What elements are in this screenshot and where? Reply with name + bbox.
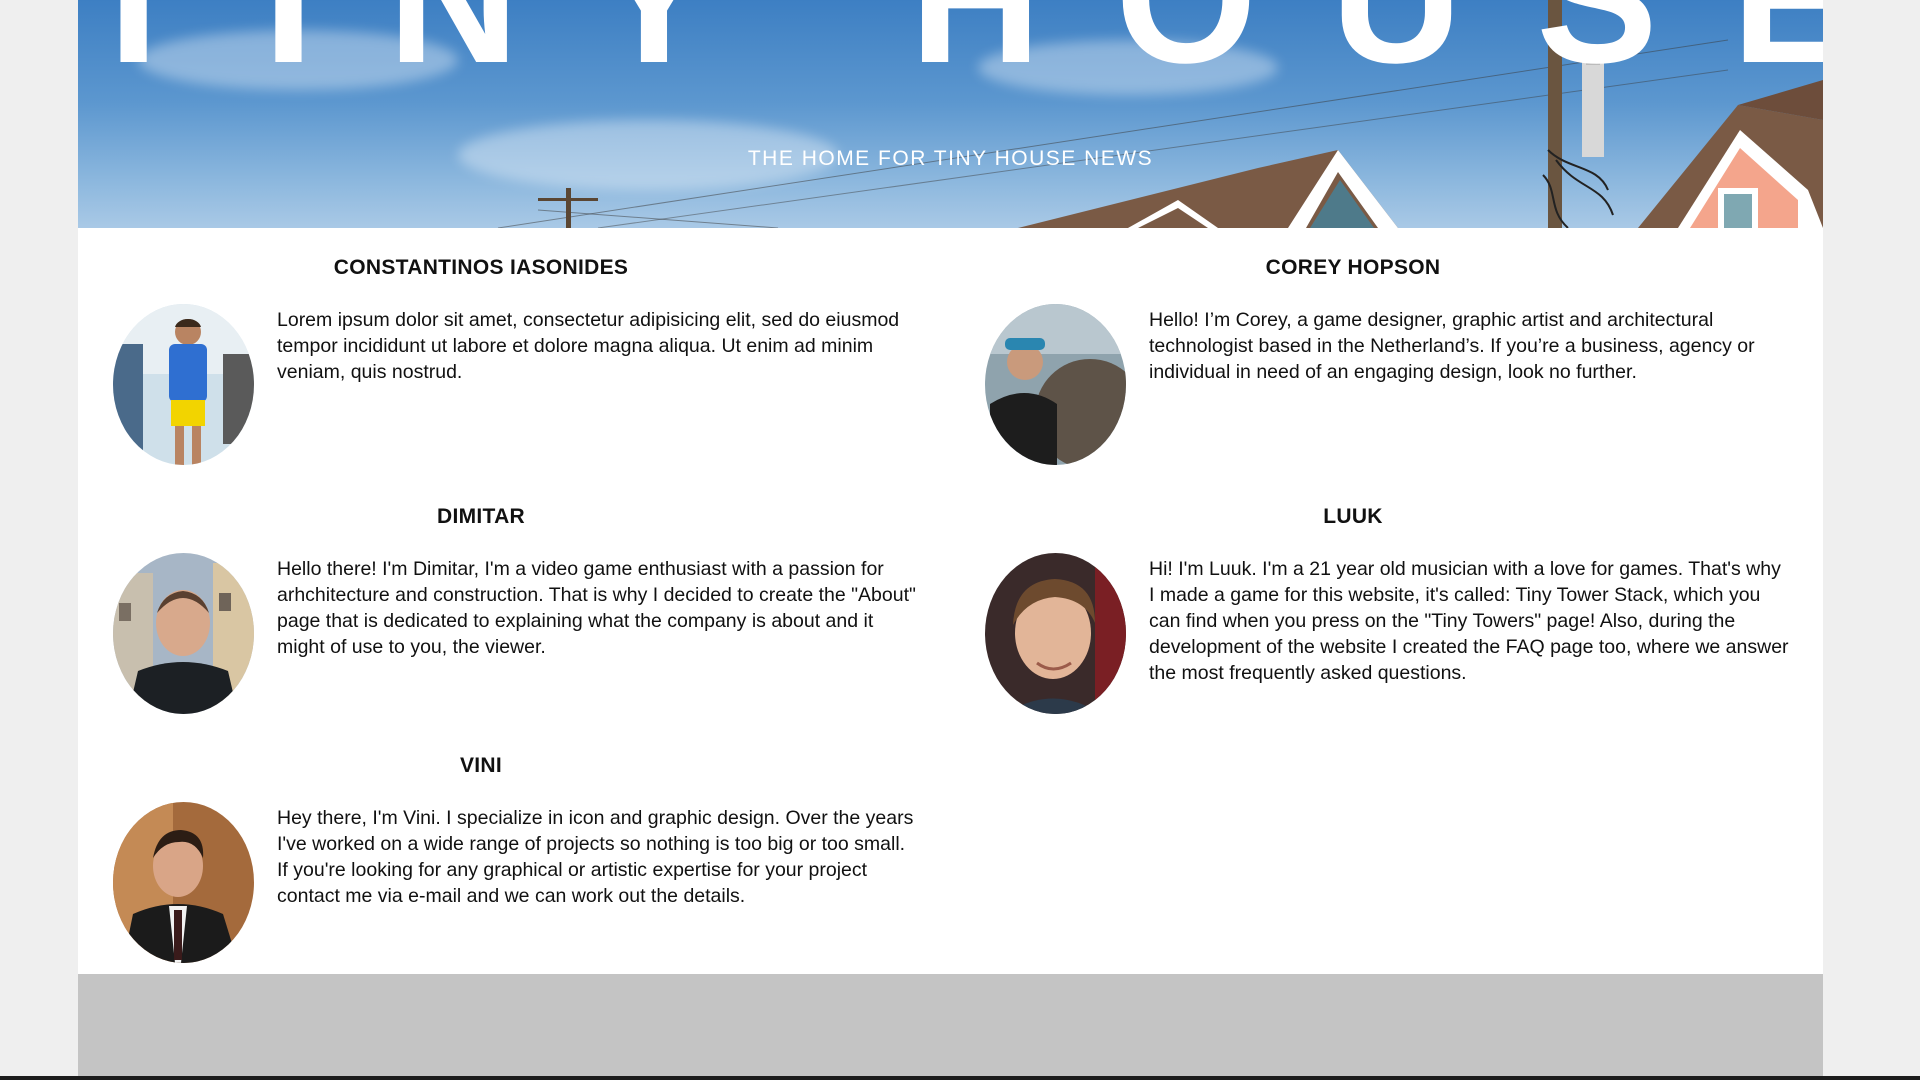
team-member-card: DIMITAR Hello there! I'm Dimitar, I'm a … bbox=[78, 505, 916, 745]
team-member-card: CONSTANTINOS IASONIDES Lorem ipsum dolor… bbox=[78, 256, 899, 496]
page-container: TINY HOUSES THE HOME FOR TINY HOUSE NEWS… bbox=[78, 0, 1823, 1080]
member-name: LUUK bbox=[1323, 505, 1383, 528]
bottom-edge bbox=[0, 1076, 1920, 1080]
team-member-card: LUUK Hi! I'm Luuk. I'm a 21 year old mus… bbox=[950, 505, 1789, 745]
avatar bbox=[985, 304, 1126, 465]
member-bio: Lorem ipsum dolor sit amet, consectetur … bbox=[277, 309, 900, 383]
site-title: TINY HOUSES bbox=[78, 0, 1823, 90]
member-name: DIMITAR bbox=[436, 505, 526, 528]
member-bio: Hello there! I'm Dimitar, I'm a video ga… bbox=[277, 558, 916, 658]
member-bio: Hey there, I'm Vini. I specialize in ico… bbox=[277, 807, 914, 907]
site-tagline: THE HOME FOR TINY HOUSE NEWS bbox=[747, 147, 1154, 170]
member-bio: Hello! I’m Corey, a game designer, graph… bbox=[1149, 309, 1755, 383]
avatar bbox=[113, 553, 254, 714]
avatar bbox=[113, 304, 254, 465]
avatar bbox=[113, 802, 254, 963]
member-bio: Hi! I'm Luuk. I'm a 21 year old musician… bbox=[1149, 558, 1789, 684]
member-name: COREY HOPSON bbox=[1265, 256, 1441, 279]
team-member-card: VINI Hey there, I'm Vini. I specialize i… bbox=[78, 754, 913, 994]
avatar bbox=[985, 553, 1126, 714]
team-member-card: COREY HOPSON Hello! I’m Corey, a game de… bbox=[950, 256, 1756, 496]
hero-banner: TINY HOUSES THE HOME FOR TINY HOUSE NEWS bbox=[78, 0, 1823, 228]
footer bbox=[78, 974, 1823, 1080]
member-name: VINI bbox=[459, 754, 503, 777]
member-name: CONSTANTINOS IASONIDES bbox=[333, 256, 629, 279]
